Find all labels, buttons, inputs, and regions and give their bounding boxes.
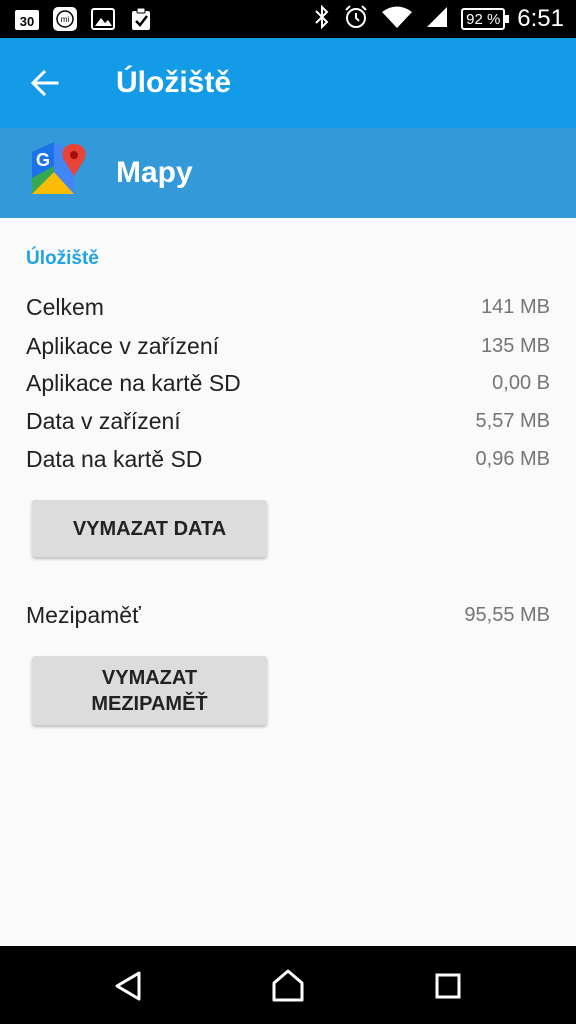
app-name: Mapy [116,156,193,189]
battery-level: 92 % [466,10,501,28]
nav-home-button[interactable] [270,968,306,1004]
storage-row-data-sd: Data na kartě SD 0,96 MB [26,442,550,476]
signal-icon [425,5,449,34]
square-recents-icon [435,973,461,999]
arrow-back-icon [31,69,59,97]
row-label: Celkem [26,293,104,320]
alarm-icon [343,4,369,35]
storage-row-total: Celkem 141 MB [26,290,550,324]
battery-indicator: 92 % [461,8,510,30]
clear-cache-button[interactable]: VYMAZAT MEZIPAMĚŤ [32,656,267,725]
row-value: 141 MB [481,295,550,318]
wifi-icon [381,5,413,34]
storage-row-app-sd: Aplikace na kartě SD 0,00 B [26,366,550,400]
storage-row-app-device: Aplikace v zařízení 135 MB [26,329,550,363]
row-value: 135 MB [481,334,550,357]
mi-icon: mi [52,6,78,32]
section-title-storage: Úložiště [26,248,99,269]
triangle-back-icon [115,971,141,1001]
row-label: Data na kartě SD [26,445,203,472]
app-header: G Mapy [0,128,576,218]
bluetooth-icon [313,4,331,35]
row-value: 0,00 B [492,371,550,394]
navigation-bar [0,946,576,1024]
cache-value: 95,55 MB [464,603,550,626]
row-label: Data v zařízení [26,407,181,434]
cache-row: Mezipaměť 95,55 MB [26,598,550,632]
cache-label: Mezipaměť [26,601,141,628]
row-label: Aplikace na kartě SD [26,369,241,396]
row-value: 5,57 MB [475,409,550,432]
calendar-icon: 30 [14,6,40,32]
maps-app-icon: G [30,142,88,200]
clipboard-check-icon [128,6,154,32]
image-icon [90,6,116,32]
clock: 6:51 [517,5,564,32]
clear-data-button[interactable]: VYMAZAT DATA [32,500,267,557]
svg-text:G: G [36,150,50,170]
home-icon [272,969,304,1002]
nav-recents-button[interactable] [430,968,466,1004]
row-label: Aplikace v zařízení [26,332,220,359]
row-value: 0,96 MB [475,447,550,470]
calendar-day: 30 [20,14,34,29]
back-button[interactable] [22,60,68,106]
storage-row-data-device: Data v zařízení 5,57 MB [26,404,550,438]
status-bar: 30 mi 92 % 6:51 [0,0,576,38]
page-title: Úložiště [116,66,232,99]
app-bar: Úložiště [0,38,576,128]
svg-text:mi: mi [61,15,70,24]
nav-back-button[interactable] [110,968,146,1004]
